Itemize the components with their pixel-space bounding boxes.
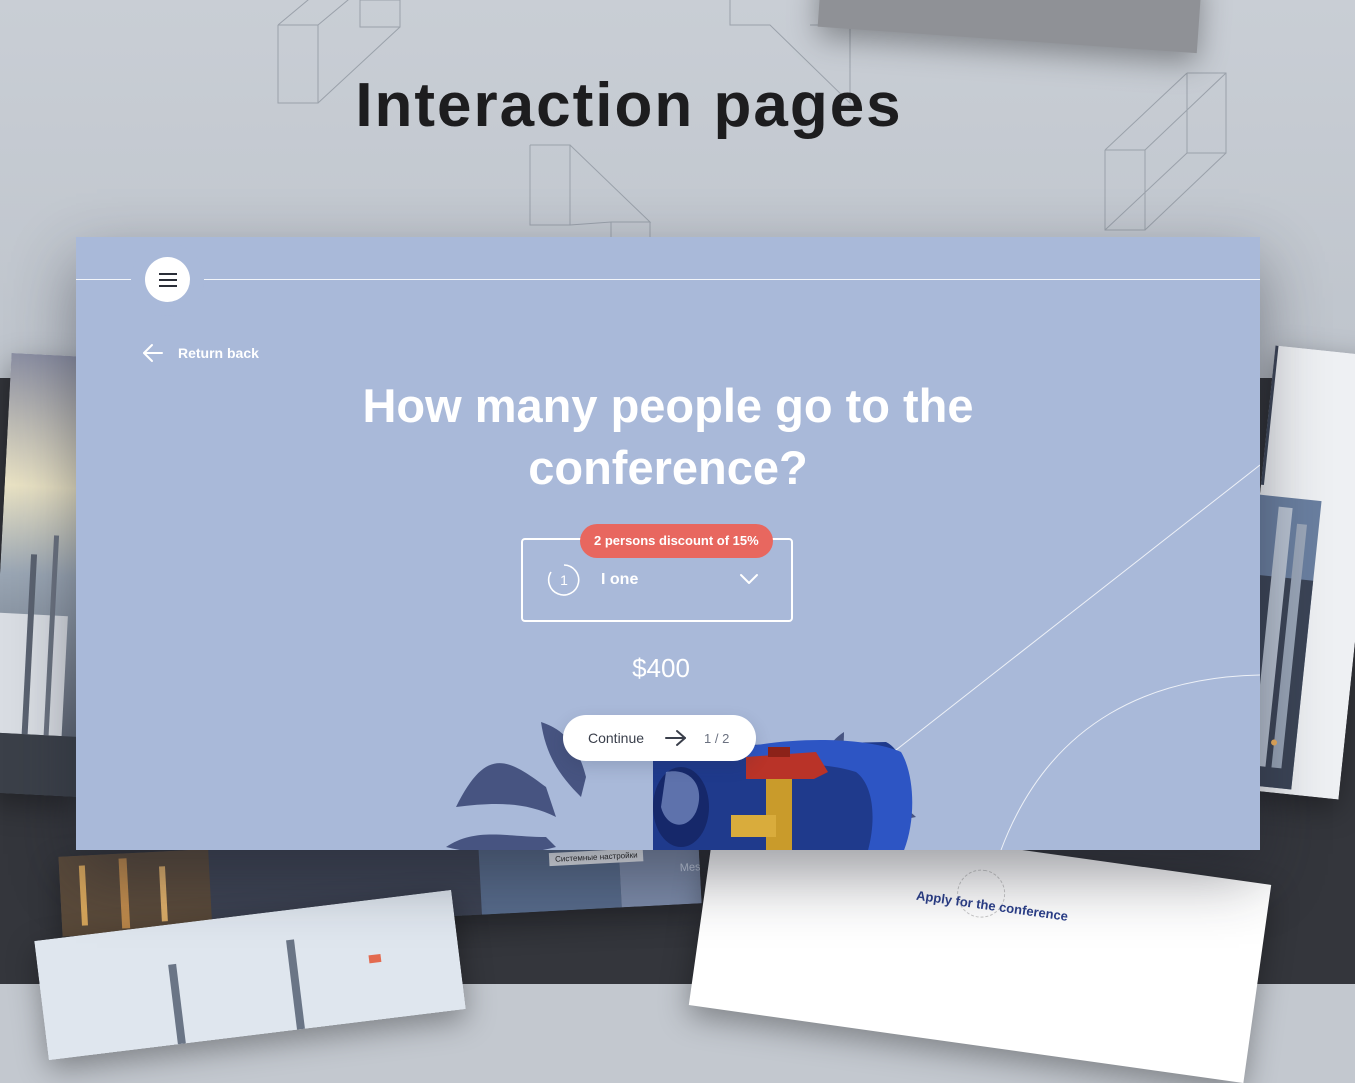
select-number-circle: 1 <box>547 564 580 596</box>
arrow-right-icon <box>665 730 687 746</box>
continue-button[interactable]: Continue 1 / 2 <box>563 715 756 761</box>
page-headline: Interaction pages <box>355 71 903 140</box>
step-counter: 1 / 2 <box>704 730 730 746</box>
question-line-2: conference? <box>528 441 808 494</box>
menu-button[interactable] <box>145 257 190 302</box>
price-value: $400 <box>632 653 690 683</box>
select-number: 1 <box>560 572 568 588</box>
arrow-left-icon <box>143 344 163 362</box>
question-line-1: How many people go to the <box>362 379 974 432</box>
return-back-label: Return back <box>178 345 259 361</box>
select-value: I one <box>601 571 639 588</box>
discount-badge: 2 persons discount of 15% <box>580 524 773 558</box>
continue-label: Continue <box>588 730 645 746</box>
question-title: How many people go to the conference? <box>76 375 1260 499</box>
partial-text: Mes <box>679 861 701 875</box>
return-back-link[interactable]: Return back <box>142 343 259 363</box>
interaction-card: Return back How many people go to the co… <box>76 237 1260 850</box>
header-divider <box>76 279 1260 280</box>
hamburger-icon <box>158 272 177 287</box>
chevron-down-icon <box>740 574 758 584</box>
